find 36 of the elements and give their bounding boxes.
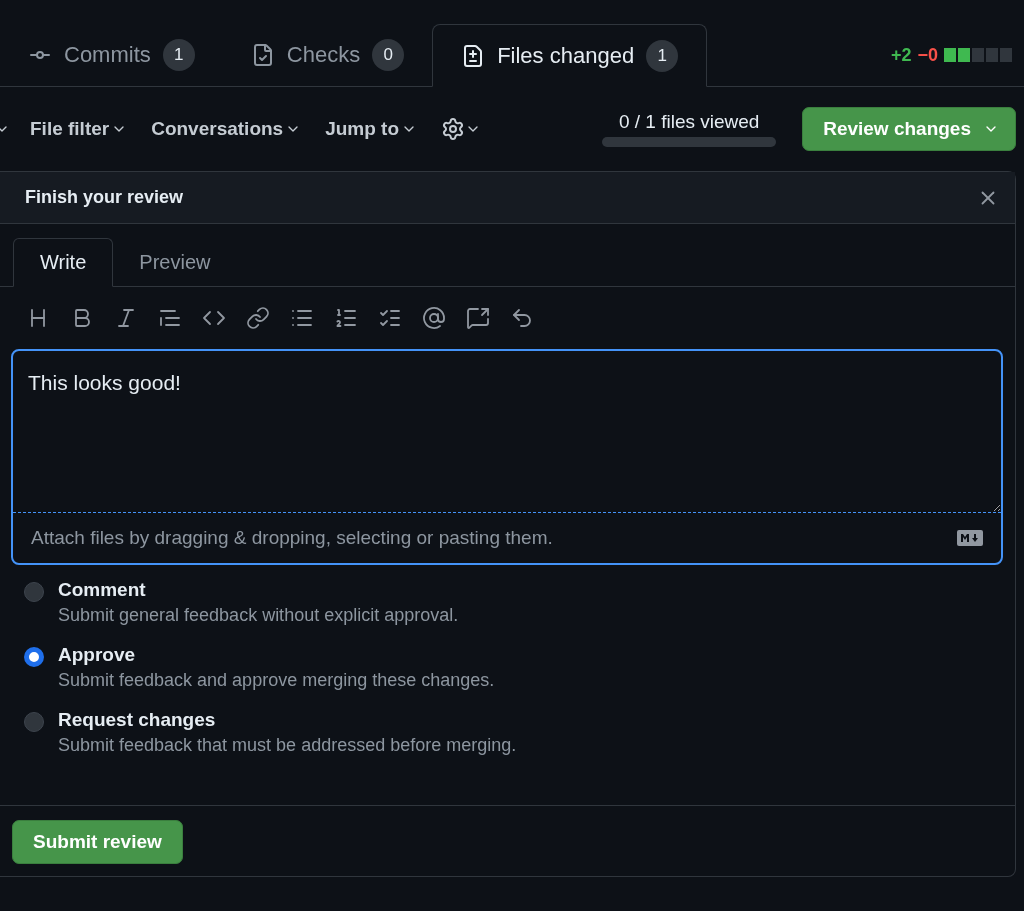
- attach-hint: Attach files by dragging & dropping, selecting or pasting them.: [31, 527, 553, 549]
- editor-tab[interactable]: Write: [13, 238, 114, 287]
- radio-button[interactable]: [24, 582, 44, 602]
- count-badge: 0: [372, 39, 405, 71]
- mention-icon[interactable]: [422, 306, 446, 330]
- option-description: Submit feedback and approve merging these changes.: [58, 670, 495, 691]
- filter-menu[interactable]: Jump to: [325, 118, 418, 140]
- numbered-list-icon[interactable]: [334, 306, 358, 330]
- option-label: Request changes: [58, 709, 217, 731]
- radio-button[interactable]: [24, 712, 44, 732]
- diffstat-icon: [944, 48, 1012, 62]
- editor-tab[interactable]: Preview: [113, 238, 237, 286]
- count-badge: 1: [162, 39, 195, 71]
- filter-menu[interactable]: File filter: [30, 118, 128, 140]
- submit-review-button[interactable]: Submit review: [12, 820, 183, 864]
- review-changes-button[interactable]: Review changes: [802, 107, 1016, 151]
- radio-button[interactable]: [24, 647, 44, 667]
- files-viewed-label: 0 / 1 files viewed: [618, 111, 760, 133]
- filter-menu[interactable]: Conversations: [151, 118, 302, 140]
- undo-icon[interactable]: [510, 306, 534, 330]
- tab[interactable]: Files changed 1: [432, 24, 708, 87]
- option-label: Approve: [58, 644, 137, 666]
- comment-field[interactable]: This looks good!: [13, 351, 1001, 513]
- option-description: Submit general feedback without explicit approval.: [58, 605, 459, 626]
- count-badge: 1: [646, 39, 679, 72]
- additions-count: +2: [890, 44, 912, 66]
- tab[interactable]: Checks 0: [222, 24, 433, 86]
- comment-editor[interactable]: This looks good! Attach files by dragging & dropping, selecting or pasting them.: [11, 349, 1003, 565]
- link-icon[interactable]: [246, 306, 270, 330]
- tab[interactable]: Commits 1: [0, 24, 223, 86]
- deletions-count: −0: [917, 44, 938, 66]
- option-label: Comment: [58, 579, 147, 601]
- panel-title: Finish your review: [25, 187, 184, 208]
- option-description: Submit feedback that must be addressed before merging.: [58, 735, 517, 756]
- markdown-icon: [957, 530, 983, 546]
- reference-icon[interactable]: [466, 306, 490, 330]
